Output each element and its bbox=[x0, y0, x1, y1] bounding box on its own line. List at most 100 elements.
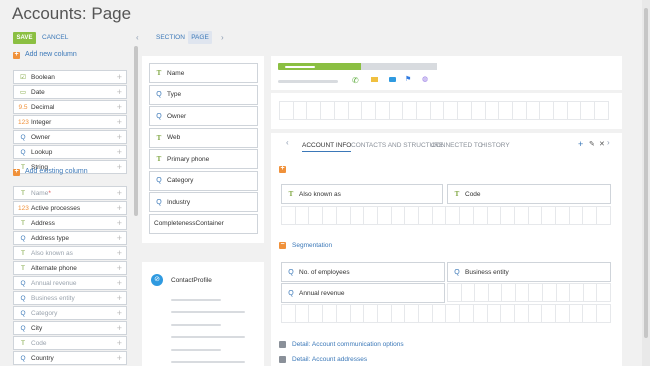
grid-cell[interactable] bbox=[419, 206, 433, 225]
column-item[interactable]: Q Address type + bbox=[13, 231, 127, 245]
column-item[interactable]: 123 Integer + bbox=[13, 115, 127, 129]
left-scrollbar[interactable] bbox=[134, 46, 138, 216]
save-button[interactable]: SAVE bbox=[13, 32, 36, 44]
grid-cell[interactable] bbox=[569, 206, 584, 225]
grid-cell[interactable] bbox=[514, 304, 529, 323]
grid-cell[interactable] bbox=[350, 206, 365, 225]
add-icon[interactable]: + bbox=[117, 353, 122, 364]
grid-cell[interactable] bbox=[460, 304, 474, 323]
tab-section[interactable]: SECTION bbox=[156, 32, 185, 44]
grid-cell[interactable] bbox=[583, 304, 598, 323]
grid-cell[interactable] bbox=[595, 101, 609, 120]
grid-cell[interactable] bbox=[279, 101, 294, 120]
grid-cell[interactable] bbox=[403, 101, 418, 120]
add-new-column-link[interactable]: Add new column bbox=[25, 51, 77, 58]
grid-cell[interactable] bbox=[569, 304, 584, 323]
profile-field[interactable]: T Primary phone bbox=[149, 149, 258, 169]
grid-cell[interactable] bbox=[350, 304, 365, 323]
grid-cell[interactable] bbox=[362, 101, 376, 120]
grid-cell[interactable] bbox=[364, 304, 378, 323]
column-item[interactable]: Q Owner + bbox=[13, 130, 127, 144]
grid-cell[interactable] bbox=[295, 206, 310, 225]
grid-cell[interactable] bbox=[405, 304, 420, 323]
grid-cell[interactable] bbox=[471, 101, 486, 120]
column-item[interactable]: ▭ Date + bbox=[13, 85, 127, 99]
grid-cell[interactable] bbox=[556, 206, 570, 225]
grid-cell[interactable] bbox=[323, 304, 337, 323]
grid-cell[interactable] bbox=[597, 304, 611, 323]
grid-cell[interactable] bbox=[597, 283, 611, 302]
field-no-of-employees[interactable]: Q No. of employees bbox=[281, 262, 445, 282]
column-item[interactable]: T Alternate phone + bbox=[13, 261, 127, 275]
grid-cell[interactable] bbox=[432, 206, 447, 225]
grid-cell[interactable] bbox=[391, 304, 406, 323]
grid-cell[interactable] bbox=[377, 304, 392, 323]
profile-field[interactable]: Q Type bbox=[149, 84, 258, 105]
grid-cell[interactable] bbox=[475, 283, 489, 302]
grid-cell[interactable] bbox=[405, 206, 420, 225]
grid-cell[interactable] bbox=[447, 283, 462, 302]
grid-cell[interactable] bbox=[446, 206, 461, 225]
chevron-left-icon[interactable]: ‹ bbox=[136, 32, 139, 44]
grid-cell[interactable] bbox=[461, 283, 476, 302]
grid-cell[interactable] bbox=[542, 304, 557, 323]
grid-cell[interactable] bbox=[391, 206, 406, 225]
add-icon[interactable]: + bbox=[117, 323, 122, 334]
grid-cell[interactable] bbox=[542, 206, 557, 225]
grid-cell[interactable] bbox=[336, 304, 351, 323]
grid-cell[interactable] bbox=[419, 304, 433, 323]
grid-cell[interactable] bbox=[554, 101, 568, 120]
grid-cell[interactable] bbox=[567, 101, 582, 120]
profile-field[interactable]: Q Owner bbox=[149, 106, 258, 126]
add-icon[interactable]: + bbox=[117, 293, 122, 304]
grid-cell[interactable] bbox=[336, 206, 351, 225]
detail-tab[interactable]: CONTACTS AND STRUCTURE bbox=[351, 142, 443, 149]
add-icon[interactable]: + bbox=[117, 263, 122, 274]
field-code[interactable]: T Code bbox=[447, 184, 611, 204]
add-field-icon[interactable]: + bbox=[279, 165, 286, 173]
detail-tab[interactable]: CONNECTED TO bbox=[431, 142, 483, 149]
tab-page[interactable]: PAGE bbox=[188, 31, 212, 44]
grid-cell[interactable] bbox=[473, 206, 488, 225]
field-also-known-as[interactable]: T Also known as bbox=[281, 184, 443, 204]
grid-cell[interactable] bbox=[540, 101, 555, 120]
grid-cell[interactable] bbox=[281, 304, 296, 323]
grid-cell[interactable] bbox=[417, 101, 431, 120]
cancel-button[interactable]: CANCEL bbox=[42, 32, 68, 44]
chevron-left-icon[interactable]: ‹ bbox=[286, 137, 289, 149]
add-icon[interactable]: + bbox=[117, 338, 122, 349]
chevron-right-icon[interactable]: › bbox=[221, 32, 224, 44]
add-icon[interactable]: + bbox=[117, 117, 122, 128]
column-item[interactable]: T Code + bbox=[13, 336, 127, 350]
grid-cell[interactable] bbox=[334, 101, 349, 120]
grid-cell[interactable] bbox=[529, 283, 544, 302]
add-existing-column-icon[interactable]: + bbox=[13, 168, 20, 176]
grid-cell[interactable] bbox=[501, 304, 515, 323]
grid-cell[interactable] bbox=[583, 283, 598, 302]
grid-cell[interactable] bbox=[501, 206, 515, 225]
grid-cell[interactable] bbox=[528, 304, 543, 323]
grid-cell[interactable] bbox=[458, 101, 472, 120]
field-annual-revenue[interactable]: Q Annual revenue bbox=[281, 283, 445, 303]
page-scrollbar-thumb[interactable] bbox=[644, 8, 648, 338]
grid-cell[interactable] bbox=[556, 283, 571, 302]
add-column-icon[interactable]: + bbox=[13, 51, 20, 59]
column-item[interactable]: Q City + bbox=[13, 321, 127, 335]
email-icon[interactable] bbox=[371, 77, 378, 82]
column-item[interactable]: T Name * + bbox=[13, 186, 127, 200]
add-icon[interactable]: + bbox=[117, 203, 122, 214]
grid-cell[interactable] bbox=[293, 101, 308, 120]
grid-cell[interactable] bbox=[485, 101, 500, 120]
add-icon[interactable]: + bbox=[117, 233, 122, 244]
grid-cell[interactable] bbox=[321, 101, 335, 120]
grid-cell[interactable] bbox=[528, 206, 543, 225]
grid-cell[interactable] bbox=[460, 206, 474, 225]
close-icon[interactable]: ✕ bbox=[599, 140, 605, 148]
grid-cell[interactable] bbox=[348, 101, 363, 120]
grid-cell[interactable] bbox=[514, 206, 529, 225]
add-icon[interactable]: + bbox=[117, 248, 122, 259]
grid-cell[interactable] bbox=[487, 304, 502, 323]
grid-cell[interactable] bbox=[364, 206, 378, 225]
segmentation-group[interactable]: Segmentation bbox=[292, 242, 332, 249]
grid-cell[interactable] bbox=[488, 283, 503, 302]
